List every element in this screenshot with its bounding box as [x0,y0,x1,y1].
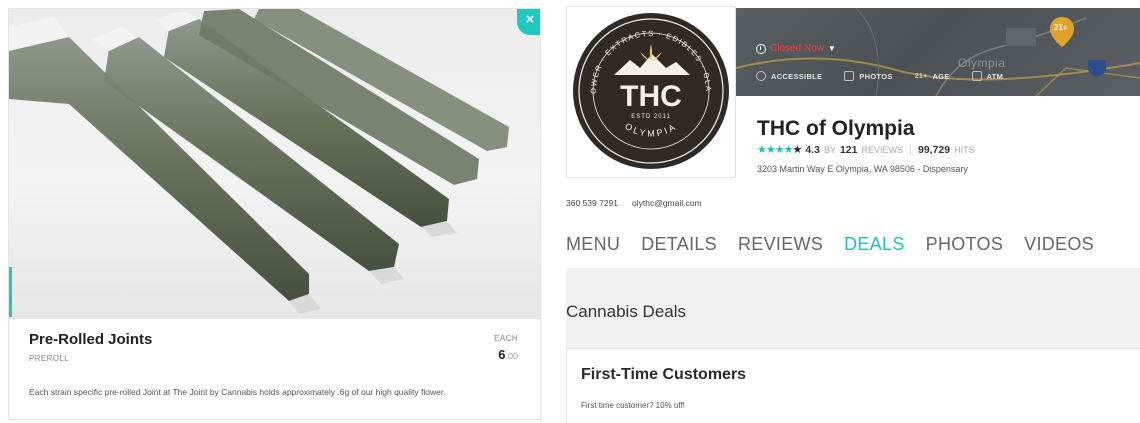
product-type: PREROLL [29,354,70,363]
deals-heading: Cannabis Deals [566,302,687,321]
clock-icon [756,43,766,54]
amenity-photos: PHOTOS [844,71,892,81]
amenity-label: ATM [986,71,1004,81]
hits-count: 99,729 [918,144,951,156]
status-text: Closed Now [770,43,824,54]
thc-logo: FLOWER · EXTRACTS · EDIBLES · GLASS THC … [570,10,729,169]
hits-label: HITS [954,145,975,155]
logo-est-text: ESTD 2011 [631,114,671,120]
tab-deals[interactable]: DEALS [844,234,905,255]
joints-image [9,9,509,314]
amenity-label: PHOTOS [859,71,893,81]
highway-shield-icon [1088,60,1106,76]
dispensary-address: 3203 Martin Way E Olympia, WA 98506 - Di… [757,164,968,174]
tab-details[interactable]: DETAILS [641,234,717,255]
email-link[interactable]: olythc@gmail.com [632,198,702,208]
camera-icon [844,71,855,81]
map-pin-label: 21+ [1054,23,1068,32]
divider [910,144,911,155]
product-card: × Pre-Rolled Joints PREROLL EACH 6.00 Ea… [8,8,541,420]
price-decimal: .00 [505,351,518,361]
reviews-count[interactable]: 121 [840,144,858,156]
amenities-bar: ACCESSIBLE PHOTOS 21+ AGE ATM [756,71,1003,81]
tab-videos[interactable]: VIDEOS [1024,234,1094,255]
amenity-label: AGE [932,71,950,81]
map-pin-icon[interactable] [1048,16,1076,48]
caret-down-icon: ▼ [827,44,836,53]
deals-section: Cannabis Deals First-Time Customers Firs… [566,268,1140,423]
map-banner[interactable]: Olympia 21+ Closed Now ▼ ACCESSIBLE PHOT… [736,8,1140,96]
reviews-label[interactable]: REVIEWS [861,145,903,155]
rating-by: BY [823,145,836,155]
atm-icon [971,71,982,81]
accent-bar [9,267,12,317]
deal-title: First-Time Customers [581,366,747,383]
amenity-label: ACCESSIBLE [771,71,823,81]
amenity-atm: ATM [971,71,1004,81]
product-photo [9,9,540,319]
dispensary-name: THC of Olympia [757,117,915,140]
deal-card[interactable]: First-Time Customers First time customer… [566,348,1140,423]
rating-row: ★★★★★ 4.3 BY 121 REVIEWS 99,729 HITS [757,143,975,156]
dispensary-page: Olympia 21+ Closed Now ▼ ACCESSIBLE PHOT… [566,0,1140,423]
phone-link[interactable]: 360 539 7291 [566,198,618,208]
product-name: Pre-Rolled Joints [29,331,153,348]
map-city-label: Olympia [958,56,1006,70]
rating-value: 4.3 [805,144,820,156]
price-label: EACH [494,334,518,343]
deal-description: First time customer? 10% off! [581,401,685,410]
tab-reviews[interactable]: REVIEWS [738,234,823,255]
tab-photos[interactable]: PHOTOS [926,234,1003,255]
amenity-age: 21+ AGE [915,72,950,81]
store-status[interactable]: Closed Now ▼ [756,43,836,54]
logo-main-text: THC [620,80,682,113]
tab-bar: MENU DETAILS REVIEWS DEALS PHOTOS VIDEOS [566,234,1094,255]
dispensary-logo: FLOWER · EXTRACTS · EDIBLES · GLASS THC … [566,6,736,178]
age-icon: 21+ [914,72,928,80]
contact-info: 360 539 7291 olythc@gmail.com [566,198,702,208]
close-icon[interactable]: × [517,9,540,35]
product-description: Each strain specific pre-rolled Joint at… [29,387,446,397]
amenity-accessible: ACCESSIBLE [756,71,822,81]
wheelchair-icon [756,71,766,81]
tab-menu[interactable]: MENU [566,234,620,255]
price-value: 6.00 [498,347,518,362]
star-rating-icon: ★★★★★ [757,144,802,156]
